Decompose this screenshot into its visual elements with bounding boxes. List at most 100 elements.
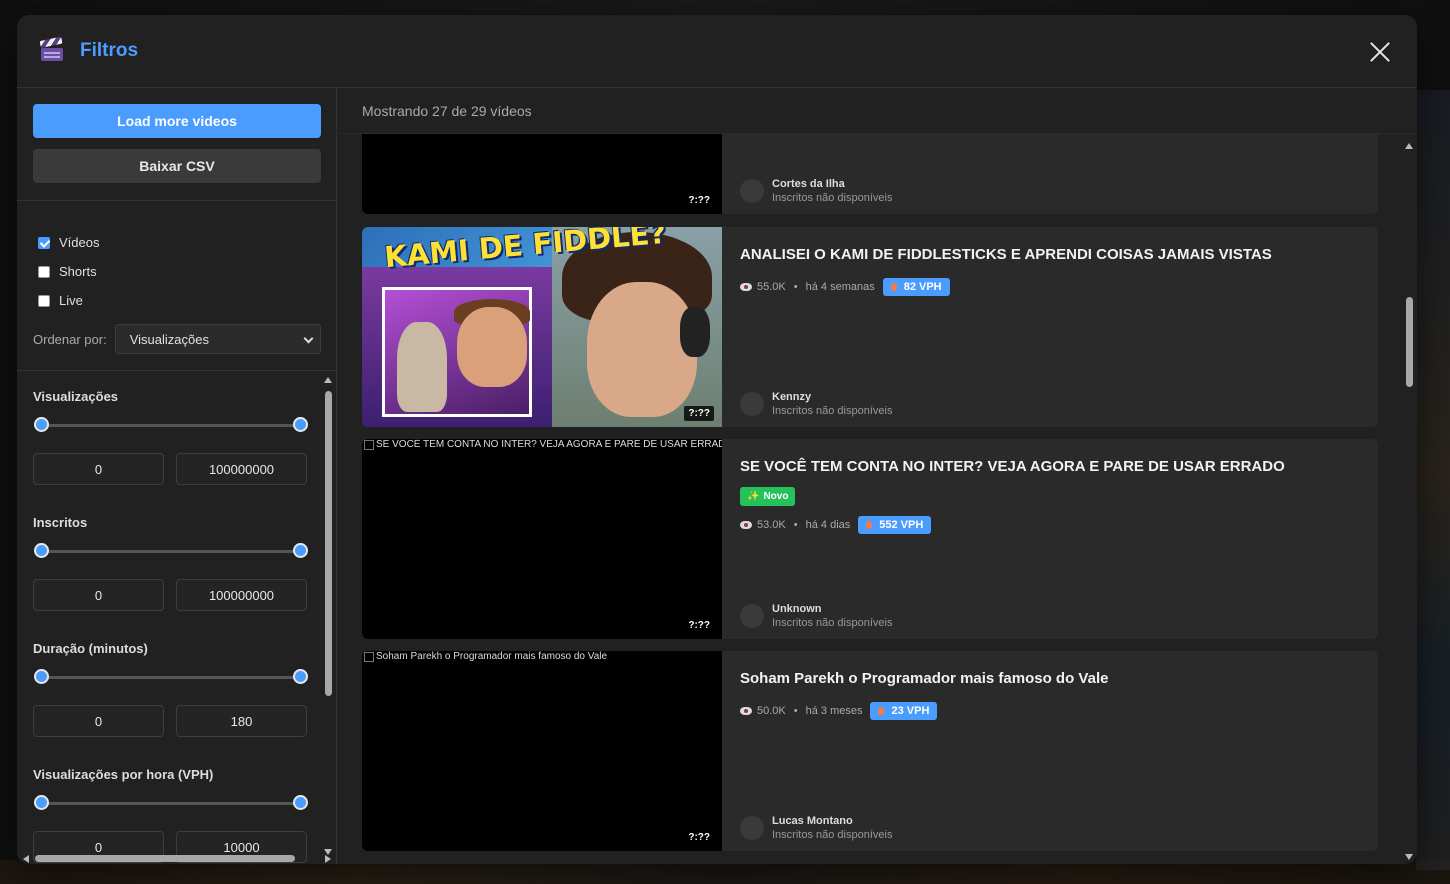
duration-badge: ?:?? [684, 193, 714, 208]
sort-label: Ordenar por: [33, 331, 107, 347]
max-input[interactable]: 100000000 [176, 453, 307, 485]
eye-icon [740, 283, 752, 291]
video-info: SE VOCÊ TEM CONTA NO INTER? VEJA AGORA E… [740, 439, 1362, 639]
checkbox-shorts[interactable]: Shorts [38, 264, 97, 279]
slider-min-handle[interactable] [34, 417, 49, 432]
filter-title: Duração (minutos) [33, 641, 148, 656]
broken-image-icon [364, 439, 374, 450]
eye-icon [740, 707, 752, 715]
fire-icon [878, 707, 885, 715]
publish-age: há 4 semanas [805, 281, 875, 293]
slider-max-handle[interactable] [293, 417, 308, 432]
channel-name[interactable]: Kennzy [772, 391, 892, 403]
slider-min-handle[interactable] [34, 669, 49, 684]
sidebar-horizontal-scrollbar[interactable] [17, 852, 335, 864]
results-vertical-scrollbar[interactable] [1403, 137, 1415, 864]
fire-icon [866, 521, 873, 529]
avatar [740, 392, 764, 416]
video-thumbnail[interactable]: KAMI DE FIDDLE? ?:?? [362, 227, 722, 427]
broken-image-icon [364, 651, 374, 662]
checkbox-label: Shorts [59, 264, 97, 279]
range-filters: Visualizações 0 100000000 Inscritos 0 10… [17, 371, 337, 864]
load-more-button[interactable]: Load more videos [33, 104, 321, 138]
slider-max-handle[interactable] [293, 543, 308, 558]
channel-name[interactable]: Lucas Montano [772, 815, 892, 827]
scrollbar-thumb[interactable] [1406, 297, 1413, 387]
max-input[interactable]: 100000000 [176, 579, 307, 611]
scroll-down-arrow[interactable] [1405, 854, 1413, 860]
min-input[interactable]: 0 [33, 705, 164, 737]
video-title[interactable]: ANALISEI O KAMI DE FIDDLESTICKS E APREND… [740, 246, 1272, 263]
channel-info[interactable]: Lucas Montano Inscritos não disponíveis [740, 815, 892, 841]
subscriber-count: Inscritos não disponíveis [772, 829, 893, 841]
channel-info[interactable]: Unknown Inscritos não disponíveis [740, 603, 892, 629]
range-slider[interactable] [34, 543, 308, 558]
close-icon[interactable] [1369, 41, 1391, 63]
scroll-up-arrow[interactable] [324, 377, 332, 383]
badge-label: Novo [763, 491, 789, 502]
duration-badge: ?:?? [684, 406, 714, 421]
filter-views: Visualizações 0 100000000 [33, 389, 313, 485]
backdrop-right [1416, 90, 1450, 870]
avatar [740, 816, 764, 840]
channel-name[interactable]: Cortes da Ilha [772, 178, 892, 190]
broken-image: Soham Parekh o Programador mais famoso d… [362, 651, 607, 662]
range-slider[interactable] [34, 669, 308, 684]
new-badge: ✨ Novo [740, 487, 796, 506]
channel-info[interactable]: Cortes da Ilha Inscritos não disponíveis [740, 178, 892, 204]
video-thumbnail[interactable]: Soham Parekh o Programador mais famoso d… [362, 651, 722, 851]
channel-name[interactable]: Unknown [772, 603, 892, 615]
video-thumbnail[interactable]: SE VOCÊ TEM CONTA NO INTER? VEJA AGORA E… [362, 439, 722, 639]
vph-value: 82 VPH [903, 281, 942, 293]
scroll-up-arrow[interactable] [1405, 143, 1413, 149]
checkbox-label: Live [59, 293, 83, 308]
checkbox-label: Vídeos [59, 235, 100, 250]
sort-row: Ordenar por: Visualizações [33, 324, 321, 354]
scroll-right-arrow[interactable] [325, 855, 331, 863]
filter-title: Visualizações por hora (VPH) [33, 767, 214, 782]
checkbox-checked[interactable] [38, 236, 50, 249]
checkbox-unchecked[interactable] [38, 294, 50, 307]
min-input[interactable]: 0 [33, 579, 164, 611]
video-card[interactable]: KAMI DE FIDDLE? ?:?? ANALISEI O KAMI DE … [362, 227, 1378, 427]
separator: • [793, 705, 798, 717]
slider-min-handle[interactable] [34, 795, 49, 810]
slider-max-handle[interactable] [293, 795, 308, 810]
max-input[interactable]: 180 [176, 705, 307, 737]
slider-max-handle[interactable] [293, 669, 308, 684]
scrollbar-thumb[interactable] [35, 855, 295, 862]
subscriber-count: Inscritos não disponíveis [772, 405, 893, 417]
video-meta: 55.0K • há 4 semanas 82 VPH [740, 278, 950, 296]
image-alt-text: SE VOCÊ TEM CONTA NO INTER? VEJA AGORA E… [376, 439, 722, 450]
sparkle-icon: ✨ [747, 491, 760, 502]
filter-sidebar: Load more videos Baixar CSV Vídeos Short… [17, 88, 337, 864]
broken-image: SE VOCÊ TEM CONTA NO INTER? VEJA AGORA E… [362, 439, 722, 450]
scrollbar-thumb[interactable] [325, 391, 332, 696]
scroll-left-arrow[interactable] [23, 855, 29, 863]
video-thumbnail[interactable]: ?:?? [362, 134, 722, 214]
min-input[interactable]: 0 [33, 453, 164, 485]
sort-select[interactable]: Visualizações [114, 324, 321, 354]
channel-info[interactable]: Kennzy Inscritos não disponíveis [740, 391, 892, 417]
filter-title: Inscritos [33, 515, 88, 530]
video-card[interactable]: SE VOCÊ TEM CONTA NO INTER? VEJA AGORA E… [362, 439, 1378, 639]
avatar [740, 179, 764, 203]
video-card[interactable]: ?:?? Cortes da Ilha Inscritos não dispon… [362, 134, 1378, 214]
fire-icon [890, 283, 897, 291]
view-count: 53.0K [757, 519, 786, 531]
duration-badge: ?:?? [684, 618, 714, 633]
checkbox-videos[interactable]: Vídeos [38, 235, 99, 250]
results-panel: Mostrando 27 de 29 vídeos ?:?? Cortes da… [338, 88, 1417, 864]
download-csv-button[interactable]: Baixar CSV [33, 149, 321, 183]
slider-min-handle[interactable] [34, 543, 49, 558]
checkbox-live[interactable]: Live [38, 293, 83, 308]
separator: • [793, 519, 798, 531]
video-card[interactable]: Soham Parekh o Programador mais famoso d… [362, 651, 1378, 851]
video-title[interactable]: SE VOCÊ TEM CONTA NO INTER? VEJA AGORA E… [740, 458, 1285, 475]
sidebar-vertical-scrollbar[interactable] [322, 371, 334, 861]
range-slider[interactable] [34, 795, 308, 810]
video-title[interactable]: Soham Parekh o Programador mais famoso d… [740, 670, 1108, 687]
checkbox-unchecked[interactable] [38, 265, 50, 278]
range-slider[interactable] [34, 417, 308, 432]
chevron-down-icon [303, 333, 314, 344]
